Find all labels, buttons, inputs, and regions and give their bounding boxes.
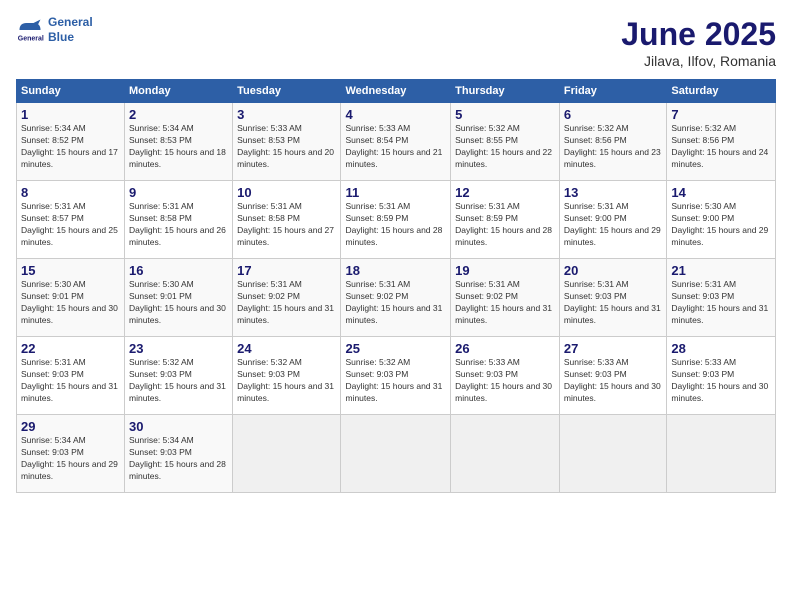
day-cell-3: 3 Sunrise: 5:33 AMSunset: 8:53 PMDayligh… (233, 103, 341, 181)
week-row-4: 22 Sunrise: 5:31 AMSunset: 9:03 PMDaylig… (17, 337, 776, 415)
day-cell-1: 1 Sunrise: 5:34 AMSunset: 8:52 PMDayligh… (17, 103, 125, 181)
day-cell-13: 13 Sunrise: 5:31 AMSunset: 9:00 PMDaylig… (559, 181, 666, 259)
week-row-2: 8 Sunrise: 5:31 AMSunset: 8:57 PMDayligh… (17, 181, 776, 259)
day-cell-7: 7 Sunrise: 5:32 AMSunset: 8:56 PMDayligh… (667, 103, 776, 181)
logo: General General Blue (16, 16, 93, 44)
week-row-3: 15 Sunrise: 5:30 AMSunset: 9:01 PMDaylig… (17, 259, 776, 337)
day-cell-4: 4 Sunrise: 5:33 AMSunset: 8:54 PMDayligh… (341, 103, 451, 181)
weekday-header-row: Sunday Monday Tuesday Wednesday Thursday… (17, 80, 776, 103)
empty-cell-5 (667, 415, 776, 493)
day-cell-29: 29 Sunrise: 5:34 AMSunset: 9:03 PMDaylig… (17, 415, 125, 493)
header-sunday: Sunday (17, 80, 125, 103)
header-friday: Friday (559, 80, 666, 103)
day-cell-9: 9 Sunrise: 5:31 AMSunset: 8:58 PMDayligh… (125, 181, 233, 259)
header-monday: Monday (125, 80, 233, 103)
logo-line2: Blue (48, 30, 93, 44)
calendar-page: General General Blue June 2025 Jilava, I… (0, 0, 792, 612)
day-cell-28: 28 Sunrise: 5:33 AMSunset: 9:03 PMDaylig… (667, 337, 776, 415)
header-wednesday: Wednesday (341, 80, 451, 103)
day-cell-14: 14 Sunrise: 5:30 AMSunset: 9:00 PMDaylig… (667, 181, 776, 259)
calendar-subtitle: Jilava, Ilfov, Romania (621, 53, 776, 69)
header-saturday: Saturday (667, 80, 776, 103)
calendar-table: Sunday Monday Tuesday Wednesday Thursday… (16, 79, 776, 493)
header-thursday: Thursday (451, 80, 560, 103)
day-cell-18: 18 Sunrise: 5:31 AMSunset: 9:02 PMDaylig… (341, 259, 451, 337)
logo-line1: General (48, 16, 93, 29)
title-block: June 2025 Jilava, Ilfov, Romania (621, 16, 776, 69)
empty-cell-3 (451, 415, 560, 493)
logo-text-block: General Blue (48, 16, 93, 43)
empty-cell-2 (341, 415, 451, 493)
day-cell-6: 6 Sunrise: 5:32 AMSunset: 8:56 PMDayligh… (559, 103, 666, 181)
logo-icon: General (16, 16, 44, 44)
day-cell-17: 17 Sunrise: 5:31 AMSunset: 9:02 PMDaylig… (233, 259, 341, 337)
day-cell-24: 24 Sunrise: 5:32 AMSunset: 9:03 PMDaylig… (233, 337, 341, 415)
day-cell-16: 16 Sunrise: 5:30 AMSunset: 9:01 PMDaylig… (125, 259, 233, 337)
day-cell-15: 15 Sunrise: 5:30 AMSunset: 9:01 PMDaylig… (17, 259, 125, 337)
day-cell-27: 27 Sunrise: 5:33 AMSunset: 9:03 PMDaylig… (559, 337, 666, 415)
day-cell-30: 30 Sunrise: 5:34 AMSunset: 9:03 PMDaylig… (125, 415, 233, 493)
svg-text:General: General (18, 36, 44, 43)
day-cell-10: 10 Sunrise: 5:31 AMSunset: 8:58 PMDaylig… (233, 181, 341, 259)
day-cell-11: 11 Sunrise: 5:31 AMSunset: 8:59 PMDaylig… (341, 181, 451, 259)
header: General General Blue June 2025 Jilava, I… (16, 16, 776, 69)
week-row-1: 1 Sunrise: 5:34 AMSunset: 8:52 PMDayligh… (17, 103, 776, 181)
day-cell-22: 22 Sunrise: 5:31 AMSunset: 9:03 PMDaylig… (17, 337, 125, 415)
day-cell-25: 25 Sunrise: 5:32 AMSunset: 9:03 PMDaylig… (341, 337, 451, 415)
empty-cell-1 (233, 415, 341, 493)
day-cell-21: 21 Sunrise: 5:31 AMSunset: 9:03 PMDaylig… (667, 259, 776, 337)
week-row-5: 29 Sunrise: 5:34 AMSunset: 9:03 PMDaylig… (17, 415, 776, 493)
day-cell-5: 5 Sunrise: 5:32 AMSunset: 8:55 PMDayligh… (451, 103, 560, 181)
day-cell-12: 12 Sunrise: 5:31 AMSunset: 8:59 PMDaylig… (451, 181, 560, 259)
day-cell-23: 23 Sunrise: 5:32 AMSunset: 9:03 PMDaylig… (125, 337, 233, 415)
day-cell-26: 26 Sunrise: 5:33 AMSunset: 9:03 PMDaylig… (451, 337, 560, 415)
day-cell-20: 20 Sunrise: 5:31 AMSunset: 9:03 PMDaylig… (559, 259, 666, 337)
day-cell-19: 19 Sunrise: 5:31 AMSunset: 9:02 PMDaylig… (451, 259, 560, 337)
day-cell-2: 2 Sunrise: 5:34 AMSunset: 8:53 PMDayligh… (125, 103, 233, 181)
calendar-title: June 2025 (621, 16, 776, 53)
empty-cell-4 (559, 415, 666, 493)
day-cell-8: 8 Sunrise: 5:31 AMSunset: 8:57 PMDayligh… (17, 181, 125, 259)
header-tuesday: Tuesday (233, 80, 341, 103)
